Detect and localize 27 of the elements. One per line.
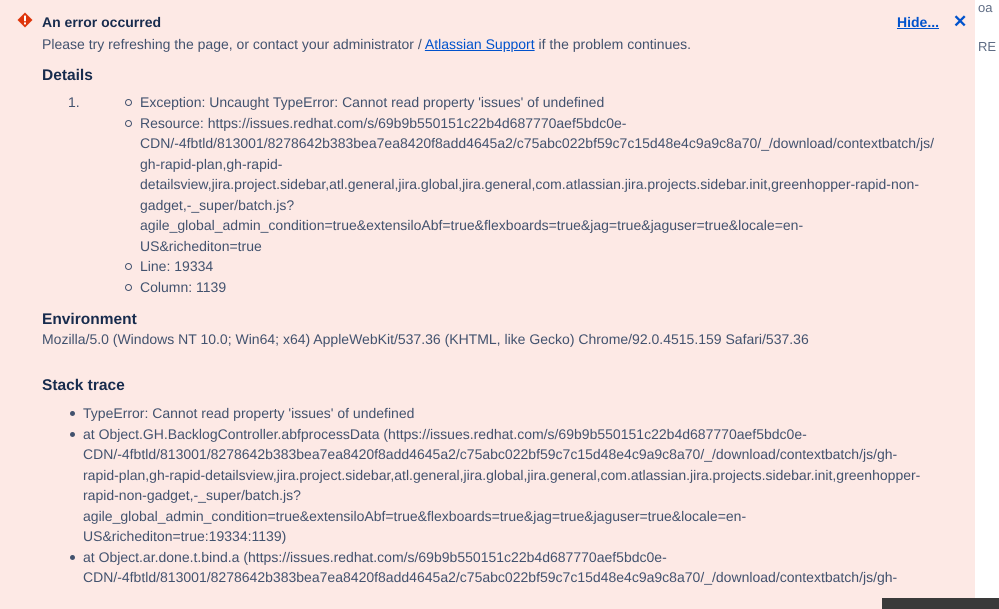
- error-title: An error occurred: [42, 14, 162, 30]
- stack-text: TypeError: Cannot read property 'issues' of undefined: [83, 404, 414, 423]
- stack-text: at Object.GH.BacklogController.abfprocessData (https://issues.redhat.com/s/69b9b550151c22b4d687770aef5bdc0e- CDN/-4fbtld/813001/8278642b383bea7ea8420f8add4645a2/c75abc022bf59c7c15d48e4c9a9c8a70/_/download/contextbatch/js/gh- rapid-plan,gh-rapid-detailsview,jira.project.sidebar,atl.general,jira.global,jira.general,com.atlassian.jira.projects.sidebar.init,greenhopper- rapid-non-gadget,-_super/batch.js? agile_global_admin_condition=true&extensiloAbf=true&flexboards=true&jag=true&jaguser=true&locale=en- US&richediton=true:19334:1139): [83, 424, 920, 546]
- section-heading: Stack trace: [42, 377, 126, 395]
- bullet-icon: [70, 432, 75, 436]
- hide-link[interactable]: Hide...: [896, 14, 939, 30]
- page-text: oa: [977, 0, 994, 15]
- detail-text: Exception: Uncaught TypeError: Cannot read property 'issues' of undefined: [140, 93, 604, 112]
- error-message: Please try refreshing the page, or contact your administrator / Atlassian Support if the problem continues.: [42, 36, 692, 52]
- close-button[interactable]: ✕: [953, 11, 967, 32]
- bullet-icon: [125, 263, 132, 270]
- detail-text: Resource: https://issues.redhat.com/s/69b9b550151c22b4d687770aef5bdc0e- CDN/-4fbtld/813001/8278642b383bea7ea8420f8add4645a2/c75abc022bf59c7c15d48e4c9a9c8a70/_/download/contextbatch/js/ gh-rapid-plan,gh-rapid- detailsview,jira.project.sidebar,atl.general,jira.global,jira.general,com.atlassian.jira.projects.sidebar.init,greenhopper-rapid-non- gadget,-_super/batch.js? agile_global_admin_condition=true&extensiloAbf=true&flexboards=true&jag=true&jaguser=true&locale=en- US&richediton=true: [140, 114, 934, 256]
- section-heading: Environment: [42, 311, 138, 329]
- detail-text: Column: 1139: [140, 278, 226, 296]
- environment-text: Mozilla/5.0 (Windows NT 10.0; Win64; x64) AppleWebKit/537.36 (KHTML, like Gecko) Chrome/92.0.4515.159 Safari/537.36: [42, 330, 810, 349]
- detail-text: Line: 19334: [140, 257, 214, 276]
- bullet-icon: [125, 284, 132, 290]
- bullet-icon: [125, 120, 132, 126]
- section-heading: Details: [42, 67, 94, 85]
- error-icon: [17, 12, 33, 28]
- support-link[interactable]: Atlassian Support: [424, 36, 535, 52]
- bullet-icon: [125, 99, 132, 106]
- page-text: RE: [977, 39, 998, 54]
- stack-text: at Object.ar.done.t.bind.a (https://issues.redhat.com/s/69b9b550151c22b4d687770aef5bdc0e- CDN/-4fbtld/813001/8278642b383bea7ea8420f8add4645a2/c75abc022bf59c7c15d48e4c9a9c8a70/_/download/contextbatch/js/gh-: [83, 548, 898, 587]
- bullet-icon: [70, 411, 75, 416]
- bullet-icon: [70, 554, 75, 560]
- list-number: 1.: [67, 93, 81, 112]
